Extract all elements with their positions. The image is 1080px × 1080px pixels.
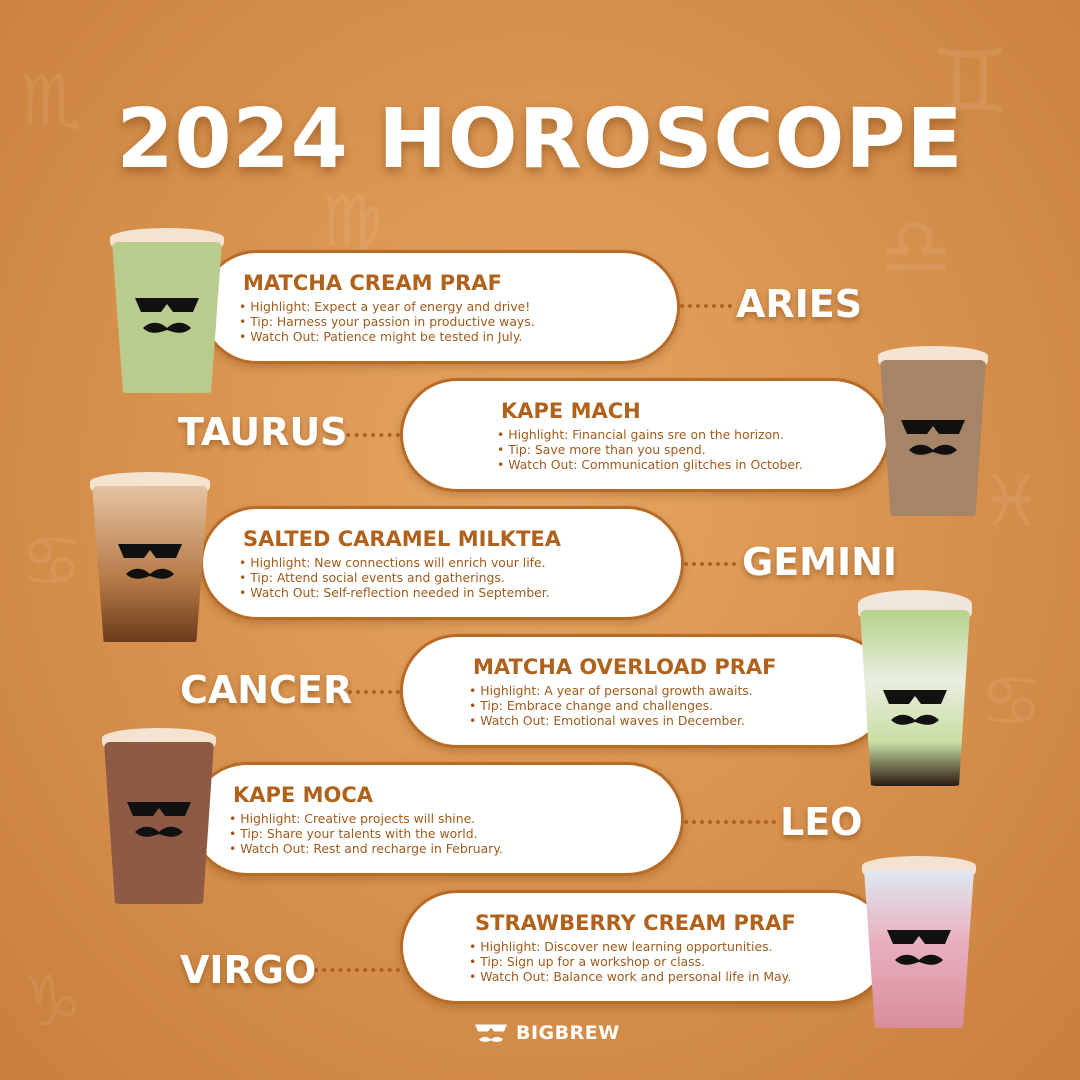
zodiac-symbol-icon: ♋ <box>20 520 83 602</box>
drink-name: SALTED CARAMEL MILKTEA <box>243 527 562 551</box>
drink-cup-image <box>90 472 210 642</box>
drink-name: MATCHA OVERLOAD PRAF <box>473 655 777 679</box>
horoscope-bullets: Highlight: Discover new learning opportu… <box>469 939 791 984</box>
highlight-bullet: Highlight: A year of personal growth awa… <box>469 683 752 698</box>
drink-cup-image <box>858 590 972 786</box>
watch-out-bullet: Watch Out: Rest and recharge in February… <box>229 841 503 856</box>
horoscope-bullets: Highlight: New connections will enrich v… <box>239 555 550 600</box>
highlight-bullet: Highlight: Discover new learning opportu… <box>469 939 791 954</box>
zodiac-symbol-icon: ♓ <box>980 460 1043 542</box>
sign-label-cancer: CANCER <box>180 668 353 712</box>
zodiac-symbol-icon: ♋ <box>980 660 1043 742</box>
sign-label-leo: LEO <box>780 800 863 844</box>
zodiac-symbol-icon: ♑ <box>20 960 83 1042</box>
sunglasses-mustache-icon <box>475 1024 507 1042</box>
watch-out-bullet: Watch Out: Patience might be tested in J… <box>239 329 535 344</box>
sign-label-virgo: VIRGO <box>180 948 317 992</box>
connector-dots <box>680 304 732 308</box>
drink-cup-image <box>110 228 224 393</box>
connector-dots <box>684 562 736 566</box>
drink-name: MATCHA CREAM PRAF <box>243 271 502 295</box>
horoscope-bullets: Highlight: Creative projects will shine.… <box>229 811 503 856</box>
drink-cup-image <box>862 856 976 1028</box>
brand-name: BIGBREW <box>516 1022 620 1044</box>
drink-name: STRAWBERRY CREAM PRAF <box>475 911 796 935</box>
tip-bullet: Tip: Harness your passion in productive … <box>239 314 534 329</box>
tip-bullet: Tip: Attend social events and gatherings… <box>239 570 550 585</box>
sunglasses-mustache-icon <box>135 298 199 333</box>
horoscope-bullets: Highlight: Financial gains sre on the ho… <box>497 427 803 472</box>
sunglasses-mustache-icon <box>901 420 965 455</box>
sign-label-aries: ARIES <box>736 282 863 326</box>
watch-out-bullet: Watch Out: Self-reflection needed in Sep… <box>239 585 549 600</box>
horoscope-card-gemini: SALTED CARAMEL MILKTEA Highlight: New co… <box>200 506 684 620</box>
connector-dots <box>314 968 400 972</box>
brand-logo: BIGBREW <box>472 1020 620 1046</box>
connector-dots <box>684 820 776 824</box>
page-title: 2024 HOROSCOPE <box>116 92 964 187</box>
tip-bullet: Tip: Sign up for a workshop or class. <box>469 954 791 969</box>
horoscope-card-cancer: MATCHA OVERLOAD PRAF Highlight: A year o… <box>400 634 890 748</box>
drink-name: KAPE MOCA <box>233 783 373 807</box>
sign-label-gemini: GEMINI <box>742 540 898 584</box>
sunglasses-mustache-icon <box>127 802 191 837</box>
sunglasses-mustache-icon <box>118 544 182 579</box>
highlight-bullet: Highlight: New connections will enrich v… <box>239 555 550 570</box>
tip-bullet: Tip: Embrace change and challenges. <box>469 698 753 713</box>
watch-out-bullet: Watch Out: Communication glitches in Oct… <box>497 457 803 472</box>
sunglasses-mustache-icon <box>887 930 951 965</box>
watch-out-bullet: Watch Out: Balance work and personal lif… <box>469 969 791 984</box>
highlight-bullet: Highlight: Expect a year of energy and d… <box>239 299 535 314</box>
sign-label-taurus: TAURUS <box>178 410 348 454</box>
connector-dots <box>348 690 400 694</box>
watch-out-bullet: Watch Out: Emotional waves in December. <box>469 713 753 728</box>
highlight-bullet: Highlight: Creative projects will shine. <box>229 811 503 826</box>
zodiac-symbol-icon: ♎ <box>880 200 952 293</box>
drink-cup-image <box>102 728 216 904</box>
highlight-bullet: Highlight: Financial gains sre on the ho… <box>497 427 803 442</box>
drink-cup-image <box>878 346 988 516</box>
horoscope-card-taurus: KAPE MACH Highlight: Financial gains sre… <box>400 378 890 492</box>
horoscope-card-aries: MATCHA CREAM PRAF Highlight: Expect a ye… <box>200 250 680 364</box>
tip-bullet: Tip: Share your talents with the world. <box>229 826 503 841</box>
sunglasses-mustache-icon <box>883 690 947 725</box>
horoscope-card-leo: KAPE MOCA Highlight: Creative projects w… <box>190 762 684 876</box>
horoscope-bullets: Highlight: A year of personal growth awa… <box>469 683 753 728</box>
drink-name: KAPE MACH <box>501 399 641 423</box>
horoscope-card-virgo: STRAWBERRY CREAM PRAF Highlight: Discove… <box>400 890 890 1004</box>
tip-bullet: Tip: Save more than you spend. <box>497 442 803 457</box>
horoscope-bullets: Highlight: Expect a year of energy and d… <box>239 299 535 344</box>
